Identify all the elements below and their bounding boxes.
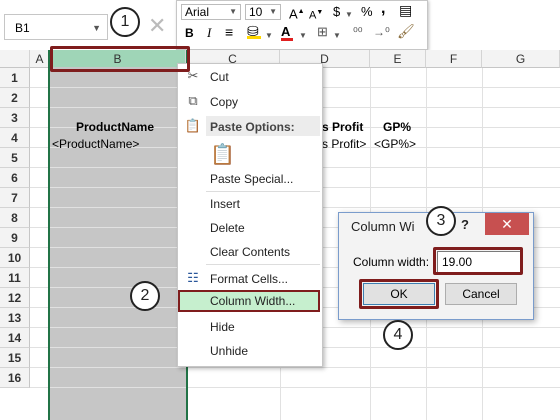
menu-item-format-cells[interactable]: Format Cells...	[210, 271, 288, 287]
menu-item-cut[interactable]: Cut	[210, 69, 229, 85]
row-header[interactable]: 12	[0, 288, 30, 308]
font-size-value: 10	[249, 5, 263, 19]
menu-item-copy[interactable]: Copy	[210, 94, 238, 110]
row-header[interactable]: 3	[0, 108, 30, 128]
callout-2: 2	[130, 281, 160, 311]
chevron-down-icon[interactable]: ▼	[92, 15, 101, 41]
cell-e4[interactable]: GP%	[383, 119, 411, 135]
borders-icon[interactable]: ▤	[399, 2, 412, 18]
cancel-icon[interactable]: ✕	[148, 15, 166, 37]
row-header[interactable]: 4	[0, 128, 30, 148]
border-icon[interactable]: ⊞	[317, 24, 328, 40]
cell-e5[interactable]: <GP%>	[374, 136, 416, 152]
chevron-down-icon[interactable]: ▼	[345, 7, 353, 23]
cell-d5[interactable]: s Profit>	[322, 136, 366, 152]
input-highlight	[433, 247, 523, 275]
name-box-value: B1	[15, 21, 30, 35]
chevron-down-icon[interactable]: ▼	[333, 28, 341, 44]
row-header[interactable]: 7	[0, 188, 30, 208]
row-header[interactable]: 10	[0, 248, 30, 268]
row-header[interactable]: 11	[0, 268, 30, 288]
increase-decimal-icon[interactable]: ⁰⁰	[353, 24, 363, 40]
row-header[interactable]: 16	[0, 368, 30, 388]
row-header[interactable]: 1	[0, 68, 30, 88]
font-name-select[interactable]: Arial ▼	[181, 4, 241, 20]
chevron-down-icon[interactable]: ▼	[299, 28, 307, 44]
chevron-down-icon: ▼	[229, 7, 237, 16]
column-width-label: Column width:	[353, 255, 430, 269]
align-center-icon[interactable]: ≡	[225, 24, 233, 40]
dialog-title: Column Wi	[351, 219, 415, 234]
format-painter-icon[interactable]: 🖌	[397, 23, 415, 39]
select-all-corner[interactable]	[0, 50, 30, 68]
context-menu: ✂ Cut ⧉ Copy 📋 Paste Options: 📋 Paste Sp…	[177, 63, 323, 367]
row-header[interactable]: 6	[0, 168, 30, 188]
row-header[interactable]: 2	[0, 88, 30, 108]
selection-border-left	[48, 50, 50, 420]
callout-4: 4	[383, 320, 413, 350]
format-cells-icon: ☷	[187, 270, 199, 285]
ok-highlight	[359, 279, 439, 309]
column-header-f[interactable]: F	[426, 50, 482, 68]
font-color-icon[interactable]: A	[281, 24, 293, 41]
menu-item-paste-options: Paste Options:	[210, 120, 295, 134]
chevron-down-icon: ▼	[269, 7, 277, 16]
cancel-button[interactable]: Cancel	[445, 283, 517, 305]
fill-color-icon[interactable]: ⛁	[247, 23, 261, 39]
menu-item-unhide[interactable]: Unhide	[210, 343, 248, 359]
callout-1: 1	[110, 7, 140, 37]
close-button[interactable]: ✕	[485, 213, 529, 235]
paste-icon: 📋	[184, 118, 202, 133]
comma-style-button[interactable]: ,	[381, 1, 385, 17]
column-b-header-highlight	[50, 46, 190, 72]
column-header-a[interactable]: A	[30, 50, 50, 68]
row-header[interactable]: 5	[0, 148, 30, 168]
row-header[interactable]: 14	[0, 328, 30, 348]
row-header[interactable]: 15	[0, 348, 30, 368]
font-size-select[interactable]: 10 ▼	[245, 4, 281, 20]
row-header[interactable]: 13	[0, 308, 30, 328]
paste-clipboard-icon[interactable]: 📋	[210, 142, 235, 167]
currency-button[interactable]: $	[333, 4, 340, 20]
italic-button[interactable]: I	[207, 25, 211, 41]
menu-item-delete[interactable]: Delete	[210, 220, 245, 236]
menu-item-hide[interactable]: Hide	[210, 319, 235, 335]
cell-b4[interactable]: ProductName	[76, 119, 154, 135]
menu-item-insert[interactable]: Insert	[210, 196, 240, 212]
cell-b5[interactable]: <ProductName>	[52, 136, 139, 152]
row-header[interactable]: 8	[0, 208, 30, 228]
menu-item-clear-contents[interactable]: Clear Contents	[210, 244, 290, 260]
column-header-g[interactable]: G	[482, 50, 560, 68]
cell-d4[interactable]: s Profit	[322, 119, 363, 135]
callout-3: 3	[426, 206, 456, 236]
name-box[interactable]: B1 ▼	[4, 14, 108, 40]
menu-item-column-width[interactable]: Column Width...	[210, 293, 295, 309]
percent-button[interactable]: %	[361, 4, 373, 20]
copy-icon: ⧉	[188, 93, 198, 108]
row-header[interactable]: 9	[0, 228, 30, 248]
bold-button[interactable]: B	[185, 25, 194, 41]
chevron-down-icon[interactable]: ▼	[265, 28, 273, 44]
increase-font-icon[interactable]: A▲	[289, 4, 305, 22]
help-icon[interactable]: ?	[461, 217, 469, 232]
menu-item-paste-special[interactable]: Paste Special...	[210, 171, 293, 187]
font-name-value: Arial	[185, 5, 210, 19]
decrease-font-icon[interactable]: A▼	[309, 5, 323, 24]
decrease-decimal-icon[interactable]: →⁰	[373, 24, 390, 40]
column-header-e[interactable]: E	[370, 50, 426, 68]
mini-toolbar: Arial ▼ 10 ▼ A▲ A▼ $ ▼ % , ▤ B I ≡ ⛁ ▼ A…	[176, 0, 428, 50]
